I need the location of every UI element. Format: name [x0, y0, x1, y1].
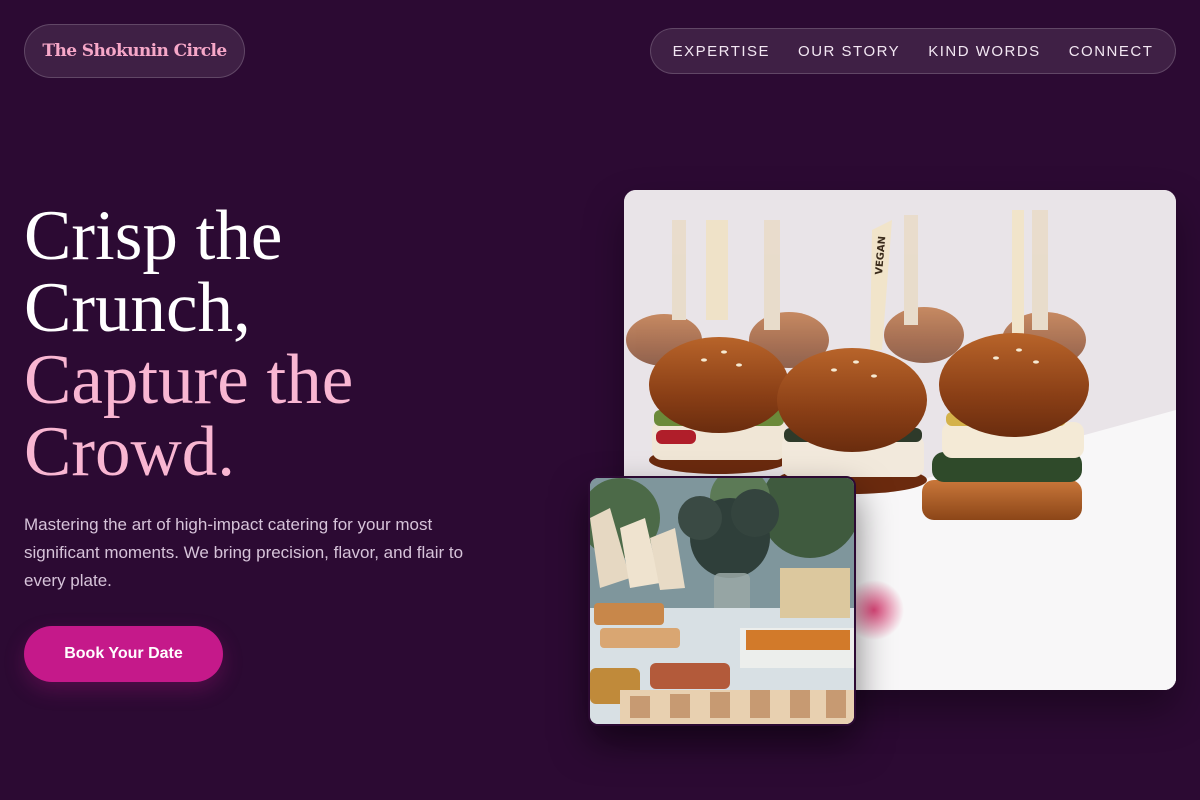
headline-line-3: Capture the: [24, 341, 354, 419]
brand-name: The Shokunin Circle: [42, 41, 227, 61]
headline-line-2: Crunch,: [24, 269, 251, 347]
headline-line-4: Crowd.: [24, 413, 236, 491]
hero-description: Mastering the art of high-impact caterin…: [24, 515, 464, 590]
hero-headline: Crisp the Crunch, Capture the Crowd.: [24, 200, 353, 488]
brand-logo[interactable]: The Shokunin Circle: [24, 24, 245, 78]
nav-link-expertise[interactable]: EXPERTISE: [673, 43, 770, 60]
nav-link-connect[interactable]: CONNECT: [1069, 43, 1154, 60]
headline-line-1: Crisp the: [24, 197, 283, 275]
buffet-table-photo: [588, 476, 856, 726]
main-nav: EXPERTISE OUR STORY KIND WORDS CONNECT: [650, 28, 1176, 74]
nav-link-our-story[interactable]: OUR STORY: [798, 43, 900, 60]
book-date-button[interactable]: Book Your Date: [24, 626, 223, 682]
nav-link-kind-words[interactable]: KIND WORDS: [928, 43, 1041, 60]
